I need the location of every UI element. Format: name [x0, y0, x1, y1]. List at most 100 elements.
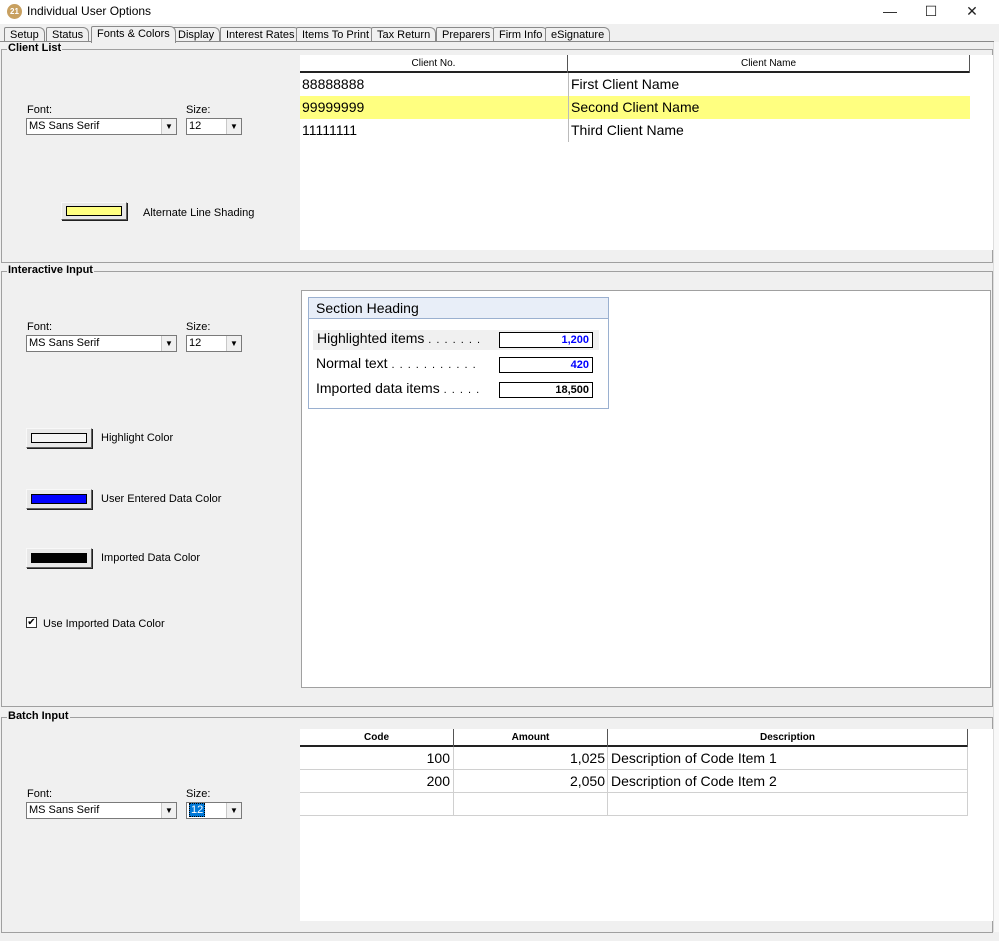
leader-dots: . . . . . . .: [428, 334, 482, 346]
imported-data-swatch: [31, 553, 87, 563]
batch-font-value: MS Sans Serif: [29, 804, 100, 816]
tab-setup[interactable]: Setup: [4, 27, 45, 42]
code-cell: 200: [300, 770, 454, 793]
client-list-preview: Client No. Client Name 88888888 First Cl…: [300, 55, 993, 250]
chevron-down-icon[interactable]: ▼: [161, 336, 176, 351]
minimize-button[interactable]: —: [870, 0, 910, 24]
client-font-label: Font:: [27, 104, 53, 116]
chevron-down-icon[interactable]: ▼: [226, 803, 241, 818]
description-cell: Description of Code Item 1: [608, 747, 968, 770]
use-imported-color-checkbox[interactable]: ✔: [26, 617, 37, 628]
batch-size-select[interactable]: 12 ▼: [186, 802, 242, 819]
client-no-cell: 99999999: [302, 99, 365, 115]
alternate-shading-label: Alternate Line Shading: [143, 207, 255, 219]
client-name-cell: Second Client Name: [568, 96, 968, 119]
client-list-header: Client No. Client Name: [300, 55, 970, 73]
tab-display[interactable]: Display: [172, 27, 221, 42]
table-row[interactable]: [300, 793, 968, 816]
client-font-select[interactable]: MS Sans Serif ▼: [26, 118, 177, 135]
user-data-swatch: [31, 494, 87, 504]
batch-size-label: Size:: [186, 788, 211, 800]
interactive-font-label: Font:: [27, 321, 53, 333]
interactive-font-value: MS Sans Serif: [29, 337, 100, 349]
client-font-value: MS Sans Serif: [29, 120, 100, 132]
close-button[interactable]: ✕: [952, 0, 992, 24]
client-list-label: Client List: [7, 42, 63, 54]
description-header[interactable]: Description: [608, 729, 968, 747]
client-size-label: Size:: [186, 104, 211, 116]
app-icon: 21: [7, 4, 22, 19]
window-title: Individual User Options: [27, 4, 152, 18]
tab-preparers[interactable]: Preparers: [436, 27, 497, 42]
amount-cell: 1,025: [454, 747, 608, 770]
table-row[interactable]: 100 1,025 Description of Code Item 1: [300, 747, 968, 770]
batch-size-value: 12: [189, 803, 206, 817]
code-cell: 100: [300, 747, 454, 770]
maximize-button[interactable]: ☐: [911, 0, 951, 24]
normal-text-label: Normal text: [316, 355, 388, 371]
chevron-down-icon[interactable]: ▼: [161, 119, 176, 134]
code-cell: [300, 793, 454, 816]
shading-swatch: [66, 206, 122, 216]
highlight-color-button[interactable]: [26, 428, 92, 448]
description-cell: Description of Code Item 2: [608, 770, 968, 793]
leader-dots: . . . . .: [443, 384, 481, 396]
interactive-size-label: Size:: [186, 321, 211, 333]
table-row[interactable]: 88888888 First Client Name: [300, 73, 970, 96]
client-size-value: 12: [189, 120, 202, 132]
normal-text-value[interactable]: 420: [499, 357, 593, 373]
batch-input-preview: Code Amount Description 100 1,025 Descri…: [300, 729, 993, 921]
table-row[interactable]: 200 2,050 Description of Code Item 2: [300, 770, 968, 793]
tab-interest-rates[interactable]: Interest Rates: [220, 27, 301, 42]
highlight-swatch: [31, 433, 87, 443]
client-no-cell: 88888888: [302, 76, 365, 92]
amount-cell: [454, 793, 608, 816]
tab-tax-return[interactable]: Tax Return: [371, 27, 437, 42]
table-row[interactable]: 99999999 Second Client Name: [300, 96, 970, 119]
tab-fonts-colors[interactable]: Fonts & Colors: [91, 26, 176, 43]
client-name-header[interactable]: Client Name: [568, 55, 970, 73]
client-no-cell: 11111111: [302, 122, 358, 138]
description-cell: [608, 793, 968, 816]
chevron-down-icon[interactable]: ▼: [226, 336, 241, 351]
chevron-down-icon[interactable]: ▼: [226, 119, 241, 134]
client-no-header[interactable]: Client No.: [300, 55, 568, 73]
tab-status[interactable]: Status: [46, 27, 90, 42]
leader-dots: . . . . . . . . . . .: [391, 359, 477, 371]
section-preview: Section Heading Highlighted items . . . …: [308, 297, 609, 409]
user-data-color-button[interactable]: [26, 489, 92, 509]
vertical-scrollbar[interactable]: [993, 42, 999, 932]
normal-text-row: Normal text . . . . . . . . . . .: [316, 355, 477, 371]
highlighted-items-label: Highlighted items: [317, 330, 425, 346]
imported-data-color-button[interactable]: [26, 548, 92, 568]
interactive-size-value: 12: [189, 337, 202, 349]
imported-items-row: Imported data items . . . . .: [316, 380, 480, 396]
batch-header: Code Amount Description: [300, 729, 968, 747]
interactive-input-label: Interactive Input: [7, 264, 94, 276]
batch-font-label: Font:: [27, 788, 53, 800]
imported-items-value[interactable]: 18,500: [499, 382, 593, 398]
tab-items-to-print[interactable]: Items To Print: [296, 27, 376, 42]
interactive-preview-area: Section Heading Highlighted items . . . …: [301, 290, 991, 688]
client-name-cell: First Client Name: [568, 73, 968, 96]
chevron-down-icon[interactable]: ▼: [161, 803, 176, 818]
alternate-shading-color-button[interactable]: [61, 202, 127, 220]
use-imported-color-label: Use Imported Data Color: [43, 618, 165, 630]
tab-esignature[interactable]: eSignature: [545, 27, 611, 42]
imported-data-color-label: Imported Data Color: [101, 552, 201, 564]
highlight-color-label: Highlight Color: [101, 432, 174, 444]
table-row[interactable]: 11111111 Third Client Name: [300, 119, 970, 142]
user-data-color-label: User Entered Data Color: [101, 493, 222, 505]
batch-font-select[interactable]: MS Sans Serif ▼: [26, 802, 177, 819]
tab-strip: Setup Status Fonts & Colors Display Inte…: [0, 26, 999, 43]
section-heading: Section Heading: [309, 298, 608, 319]
tab-firm-info[interactable]: Firm Info: [493, 27, 549, 42]
interactive-size-select[interactable]: 12 ▼: [186, 335, 242, 352]
batch-input-label: Batch Input: [7, 710, 70, 722]
client-size-select[interactable]: 12 ▼: [186, 118, 242, 135]
highlighted-items-value[interactable]: 1,200: [499, 332, 593, 348]
amount-header[interactable]: Amount: [454, 729, 608, 747]
code-header[interactable]: Code: [300, 729, 454, 747]
interactive-font-select[interactable]: MS Sans Serif ▼: [26, 335, 177, 352]
client-name-cell: Third Client Name: [568, 119, 968, 142]
